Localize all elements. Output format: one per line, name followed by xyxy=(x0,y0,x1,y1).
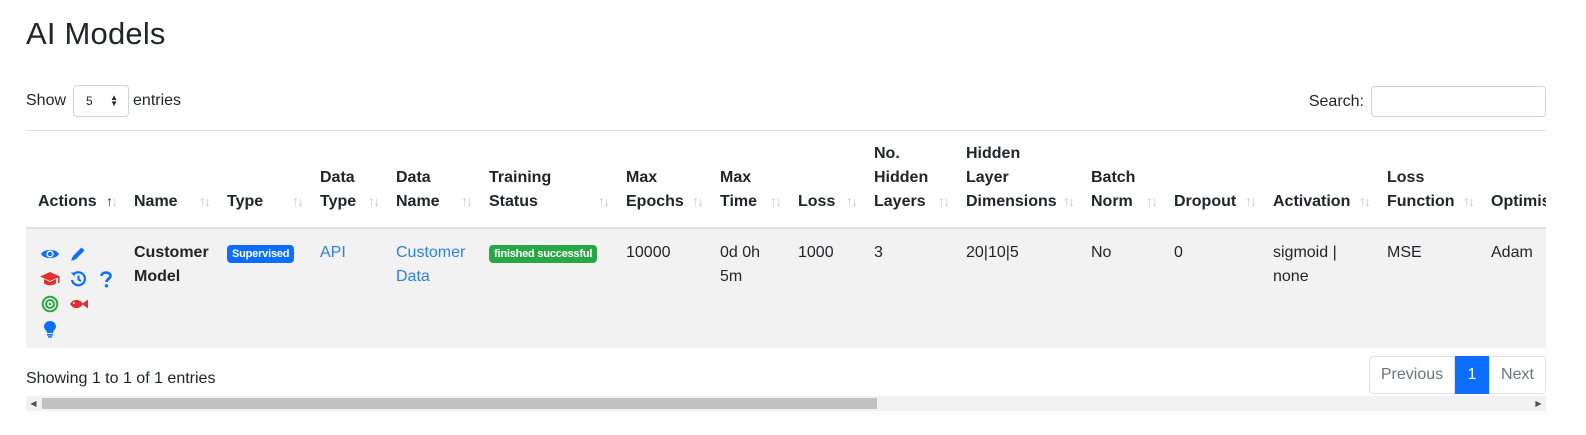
data-name-cell: Customer Data xyxy=(384,228,477,349)
batch-norm-cell: No xyxy=(1091,243,1112,261)
pencil-icon[interactable] xyxy=(66,243,90,266)
horizontal-scrollbar[interactable]: ◀ ▶ xyxy=(26,396,1546,411)
previous-page-button[interactable]: Previous xyxy=(1369,356,1455,394)
column-header-dropout[interactable]: Dropout ↑↓ xyxy=(1162,131,1261,228)
loss-function-cell: MSE xyxy=(1387,243,1422,261)
table-header-row: Actions ↑↓ Name ↑↓ Type ↑↓ Data Type ↑↓ Data… xyxy=(26,130,1546,228)
page-title: AI Models xyxy=(26,16,166,51)
models-table: Actions ↑↓ Name ↑↓ Type ↑↓ Data Type ↑↓ Data… xyxy=(26,130,1546,348)
data-name-link[interactable]: Customer Data xyxy=(396,244,465,285)
dropout-cell: 0 xyxy=(1174,243,1183,261)
graduation-cap-icon[interactable] xyxy=(38,268,62,291)
show-label: Show xyxy=(26,92,67,109)
entries-per-page-value: 5 xyxy=(86,94,93,108)
data-type-cell: API xyxy=(308,228,384,349)
pagination: Previous 1 Next xyxy=(1369,356,1546,394)
column-header-data-name[interactable]: Data Name ↑↓ xyxy=(384,131,477,228)
column-header-training-status[interactable]: Training Status ↑↓ xyxy=(477,131,614,228)
column-header-activation[interactable]: Activation ↑↓ xyxy=(1261,131,1375,228)
sort-icon: ↑↓ xyxy=(368,192,380,209)
sort-icon: ↑↓ xyxy=(199,192,211,209)
type-cell: Supervised xyxy=(215,228,308,349)
activation-cell: sigmoid | none xyxy=(1273,243,1337,285)
column-header-loss[interactable]: Loss ↑↓ xyxy=(786,131,862,228)
bullseye-icon[interactable] xyxy=(38,293,62,316)
table-row: Customer Model Supervised API Customer D… xyxy=(26,227,1546,349)
name-cell: Customer Model xyxy=(134,243,209,285)
column-header-type[interactable]: Type ↑↓ xyxy=(215,131,308,228)
sort-icon: ↑↓ xyxy=(461,192,473,209)
table-container: Actions ↑↓ Name ↑↓ Type ↑↓ Data Type ↑↓ Data… xyxy=(26,130,1546,348)
column-header-hidden-dims[interactable]: Hidden Layer Dimensions ↑↓ xyxy=(954,131,1079,228)
actions-cell xyxy=(26,228,122,349)
sort-icon: ↑↓ xyxy=(938,192,950,209)
sort-icon: ↑↓ xyxy=(770,192,782,209)
column-header-actions[interactable]: Actions ↑↓ xyxy=(26,131,122,228)
search-input[interactable] xyxy=(1371,86,1546,117)
column-header-max-epochs[interactable]: Max Epochs ↑↓ xyxy=(614,131,708,228)
search-label: Search: xyxy=(1308,92,1364,110)
entries-label: entries xyxy=(133,92,182,109)
column-header-max-time[interactable]: Max Time ↑↓ xyxy=(708,131,786,228)
table-info: Showing 1 to 1 of 1 entries xyxy=(26,370,216,387)
scrollbar-thumb[interactable] xyxy=(42,398,877,409)
scroll-left-arrow-icon[interactable]: ◀ xyxy=(26,396,41,411)
optimiser-cell: Adam xyxy=(1491,243,1533,261)
column-header-batch-norm[interactable]: Batch Norm ↑↓ xyxy=(1079,131,1162,228)
data-type-link[interactable]: API xyxy=(320,244,346,261)
page-1-button[interactable]: 1 xyxy=(1455,356,1489,394)
history-icon[interactable] xyxy=(66,268,90,291)
sort-icon: ↑↓ xyxy=(106,192,118,209)
column-header-data-type[interactable]: Data Type ↑↓ xyxy=(308,131,384,228)
hidden-layers-cell: 3 xyxy=(874,243,883,261)
status-badge: finished successful xyxy=(489,244,598,263)
next-page-button[interactable]: Next xyxy=(1489,356,1546,394)
column-header-optimiser[interactable]: Optimiser↑↓ xyxy=(1479,131,1546,228)
lightbulb-icon[interactable] xyxy=(38,318,62,341)
column-header-name[interactable]: Name ↑↓ xyxy=(122,131,215,228)
sort-icon: ↑↓ xyxy=(598,192,610,209)
max-epochs-cell: 10000 xyxy=(626,243,671,261)
max-time-cell: 0d 0h 5m xyxy=(720,243,761,285)
sort-icon: ↑↓ xyxy=(292,192,304,209)
column-header-hidden-layers[interactable]: No. Hidden Layers ↑↓ xyxy=(862,131,954,228)
hidden-dims-cell: 20|10|5 xyxy=(966,243,1019,261)
sort-icon: ↑↓ xyxy=(1359,192,1371,209)
type-badge: Supervised xyxy=(227,244,295,263)
column-header-loss-function[interactable]: Loss Function ↑↓ xyxy=(1375,131,1479,228)
loss-cell: 1000 xyxy=(798,243,834,261)
search-control: Search: xyxy=(1309,86,1546,117)
entries-per-page-select[interactable]: 5 ▲ ▼ xyxy=(73,85,130,117)
eye-icon[interactable] xyxy=(38,243,62,266)
sort-icon: ↑↓ xyxy=(692,192,704,209)
training-status-cell: finished successful xyxy=(477,228,614,349)
select-arrows-icon: ▲ ▼ xyxy=(110,93,119,108)
sort-icon: ↑↓ xyxy=(1463,192,1475,209)
sort-icon: ↑↓ xyxy=(1063,192,1075,209)
sort-icon: ↑↓ xyxy=(1146,192,1158,209)
show-entries-control: Show 5 ▲ ▼ entries xyxy=(26,85,181,117)
sort-icon: ↑↓ xyxy=(846,192,858,209)
sort-icon: ↑↓ xyxy=(1245,192,1257,209)
question-icon[interactable] xyxy=(94,268,118,291)
scroll-right-arrow-icon[interactable]: ▶ xyxy=(1531,396,1546,411)
fish-icon[interactable] xyxy=(66,293,90,316)
